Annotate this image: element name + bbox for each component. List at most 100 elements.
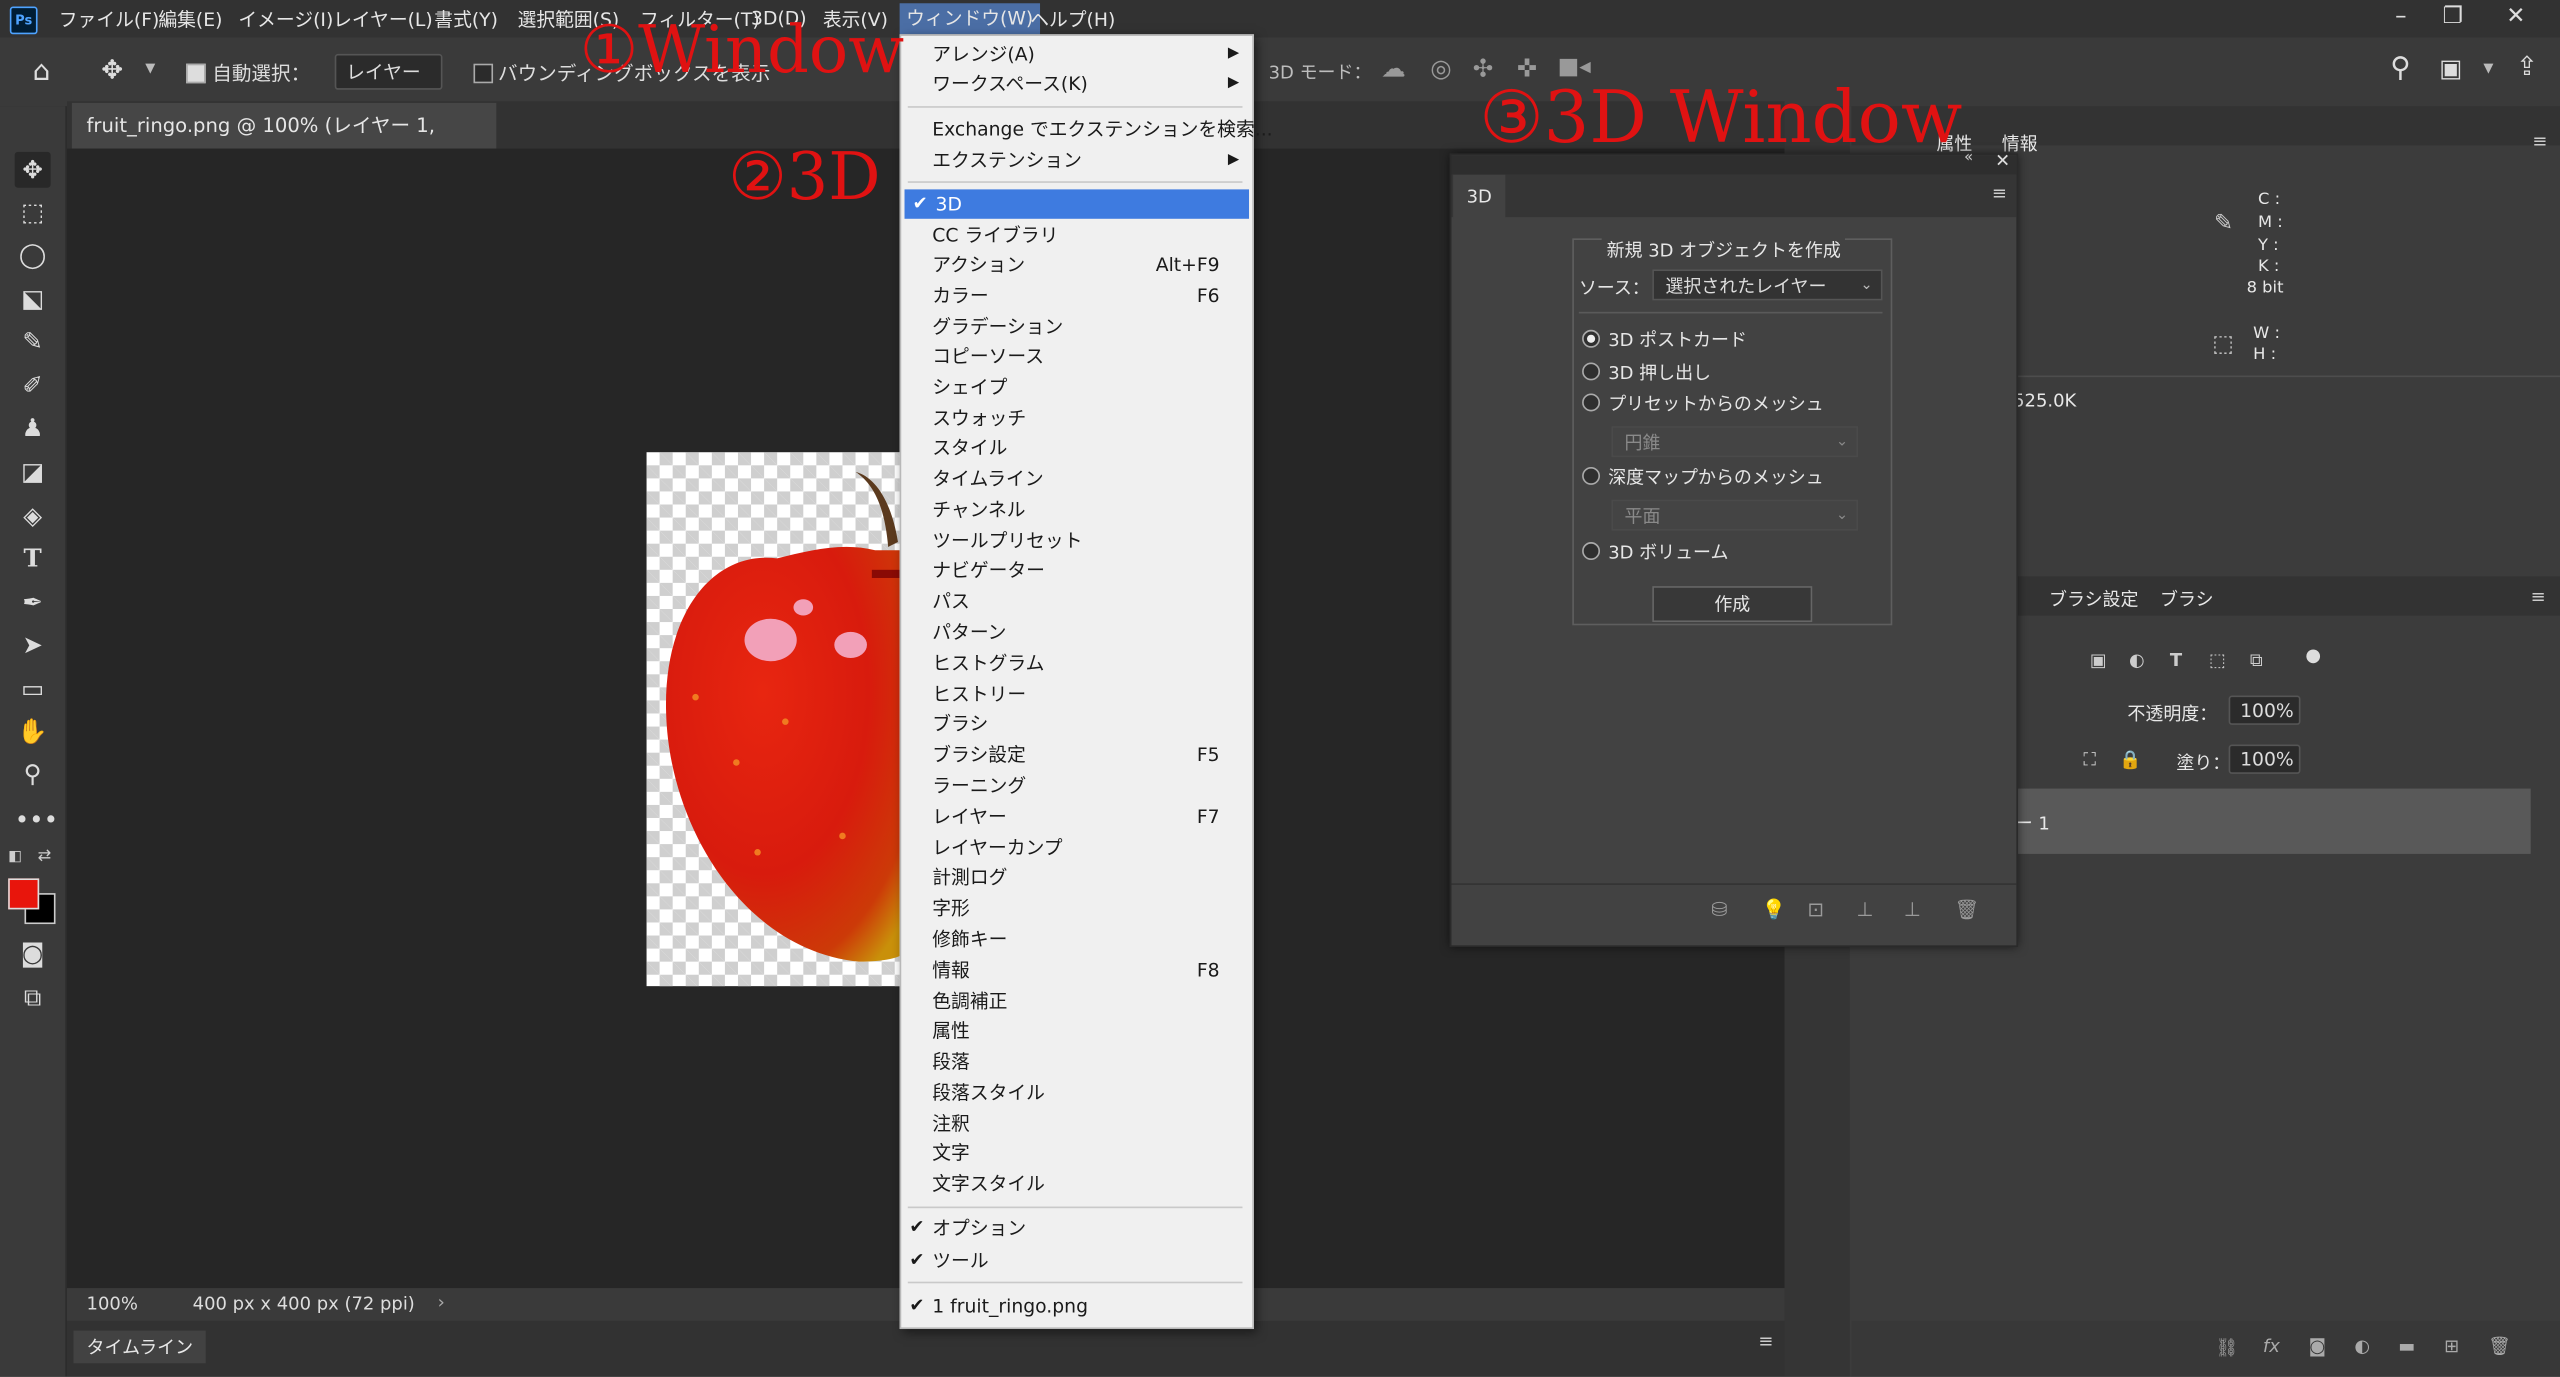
menu-item-patterns[interactable]: パターン	[901, 617, 1249, 646]
menu-item-options[interactable]: ✔ オプション	[901, 1213, 1249, 1242]
default-colors-icon[interactable]: ◧	[8, 849, 22, 865]
filter-image-icon[interactable]: ▣	[2090, 650, 2107, 671]
radio-mesh-depth-map[interactable]	[1582, 466, 1601, 485]
auto-select-checkbox[interactable]	[186, 63, 206, 84]
render-icon[interactable]: ⊡	[1807, 898, 1823, 921]
chevron-down-icon[interactable]: ▼	[145, 60, 155, 75]
tab-3d[interactable]: 3D	[1453, 174, 1506, 219]
menu-item-paragraph[interactable]: 段落	[901, 1047, 1249, 1076]
menu-item-shapes[interactable]: シェイプ	[901, 372, 1249, 401]
menu-item-open-document[interactable]: ✔ 1 fruit_ringo.png	[901, 1291, 1249, 1320]
path-select-tool-icon[interactable]: ➤	[15, 627, 51, 663]
menu-layer[interactable]: レイヤー(L)	[333, 7, 433, 33]
bounding-box-checkbox[interactable]	[473, 63, 494, 84]
menu-type[interactable]: 書式(Y)	[434, 7, 498, 33]
menu-edit[interactable]: 編集(E)	[158, 7, 222, 33]
radio-3d-extrusion[interactable]	[1582, 362, 1601, 381]
new-light-icon[interactable]: ⊥	[1904, 898, 1921, 921]
menu-item-channels[interactable]: チャンネル	[901, 495, 1249, 524]
menu-item-layers[interactable]: レイヤー F7	[901, 802, 1249, 831]
trash-icon[interactable]: 🗑	[2488, 1336, 2511, 1357]
menu-item-clone-source[interactable]: コピーソース	[901, 341, 1249, 370]
quick-mask-icon[interactable]: ◙	[15, 936, 51, 972]
source-dropdown[interactable]: 選択されたレイヤー ⌄	[1652, 269, 1883, 301]
menu-item-measurement-log[interactable]: 計測ログ	[901, 862, 1249, 891]
lock-position-icon[interactable]: ⛶	[2083, 749, 2096, 772]
home-icon[interactable]: ⌂	[33, 56, 51, 89]
restore-icon[interactable]: ❐	[2443, 3, 2464, 29]
menu-item-swatches[interactable]: スウォッチ	[901, 403, 1249, 432]
filter-smart-object-icon[interactable]: ⧉	[2250, 650, 2263, 673]
minimize-icon[interactable]: –	[2395, 3, 2406, 29]
filter-scene-icon[interactable]: ⛁	[1711, 898, 1727, 921]
brush-tool-icon[interactable]: ✐	[15, 367, 51, 403]
hand-tool-icon[interactable]: ✋	[15, 713, 51, 749]
add-mask-icon[interactable]: ◙	[2309, 1336, 2326, 1357]
menu-item-navigator[interactable]: ナビゲーター	[901, 555, 1249, 584]
menu-item-paragraph-styles[interactable]: 段落スタイル	[901, 1078, 1249, 1107]
search-icon[interactable]: ⚲	[2390, 52, 2410, 85]
radio-3d-postcard[interactable]	[1582, 329, 1601, 348]
menu-item-properties[interactable]: 属性	[901, 1016, 1249, 1045]
menu-item-modifier-keys[interactable]: 修飾キー	[901, 924, 1249, 953]
swap-colors-icon[interactable]: ⇄	[38, 847, 52, 865]
menu-image[interactable]: イメージ(I)	[238, 7, 333, 33]
menu-item-paths[interactable]: パス	[901, 586, 1249, 615]
menu-item-workspace[interactable]: ワークスペース(K) ▶	[901, 69, 1249, 98]
menu-item-actions[interactable]: アクション Alt+F9	[901, 250, 1249, 279]
workspace-icon[interactable]: ▣	[2439, 54, 2462, 83]
document-canvas[interactable]	[646, 452, 902, 987]
menu-item-brush-settings[interactable]: ブラシ設定 F5	[901, 740, 1249, 769]
menu-item-color[interactable]: カラー F6	[901, 281, 1249, 310]
collapse-icon[interactable]: «	[1964, 150, 1973, 166]
adjustment-layer-icon[interactable]: ◐	[2354, 1336, 2370, 1357]
ground-drop-icon[interactable]: ⊥	[1856, 898, 1873, 921]
menu-item-brushes[interactable]: ブラシ	[901, 709, 1249, 738]
fill-input[interactable]: 100%	[2228, 744, 2301, 774]
chevron-right-icon[interactable]: ›	[438, 1291, 445, 1312]
menu-item-glyphs[interactable]: 字形	[901, 893, 1249, 922]
new-group-icon[interactable]: ▬	[2398, 1336, 2415, 1357]
menu-item-character-styles[interactable]: 文字スタイル	[901, 1169, 1249, 1198]
rectangle-tool-icon[interactable]: ▭	[15, 671, 51, 707]
marquee-tool-icon[interactable]: ⬚	[15, 194, 51, 230]
radio-3d-volume[interactable]	[1582, 542, 1601, 561]
foreground-color-swatch[interactable]	[8, 878, 40, 910]
panel-menu-icon[interactable]: ≡	[1758, 1331, 1773, 1352]
pen-tool-icon[interactable]: ✒	[15, 585, 51, 621]
menu-item-gradients[interactable]: グラデーション	[901, 312, 1249, 341]
menu-item-exchange[interactable]: Exchange でエクステンションを検索...	[901, 114, 1272, 143]
chevron-down-icon[interactable]: ▼	[2483, 60, 2493, 75]
menu-item-styles[interactable]: スタイル	[901, 433, 1249, 462]
filter-adjustment-icon[interactable]: ◐	[2129, 650, 2145, 671]
depth-map-dropdown[interactable]: 平面 ⌄	[1611, 499, 1859, 531]
menu-item-character[interactable]: 文字	[901, 1138, 1249, 1167]
menu-item-cc-libraries[interactable]: CC ライブラリ	[901, 220, 1249, 249]
screen-mode-icon[interactable]: ⧉	[15, 980, 51, 1016]
menu-item-learning[interactable]: ラーニング	[901, 771, 1249, 800]
menu-item-3d[interactable]: ✔ 3D	[904, 189, 1250, 219]
light-bulb-icon[interactable]: 💡	[1762, 898, 1786, 921]
menu-item-histogram[interactable]: ヒストグラム	[901, 648, 1249, 677]
zoom-level[interactable]: 100%	[87, 1293, 138, 1314]
roll-3d-icon[interactable]: ◎	[1430, 54, 1451, 83]
menu-window[interactable]: ウィンドウ(W)	[899, 3, 1040, 35]
preset-dropdown[interactable]: 円錐 ⌄	[1611, 426, 1859, 458]
document-tab[interactable]: fruit_ringo.png @ 100% (レイヤー 1, RGB/8) ×	[71, 102, 497, 183]
filter-shape-icon[interactable]: ⬚	[2209, 650, 2226, 671]
move-tool-icon[interactable]: ✥	[14, 151, 51, 188]
menu-item-timeline[interactable]: タイムライン	[901, 464, 1249, 493]
stamp-tool-icon[interactable]: ♟	[15, 410, 51, 446]
tab-brush-settings[interactable]: ブラシ設定	[2049, 586, 2138, 612]
link-layers-icon[interactable]: ⛓	[2216, 1337, 2239, 1358]
menu-item-tools[interactable]: ✔ ツール	[901, 1246, 1249, 1275]
new-layer-icon[interactable]: ⊞	[2444, 1336, 2459, 1357]
fx-icon[interactable]: fx	[2263, 1336, 2280, 1357]
menu-help[interactable]: ヘルプ(H)	[1030, 7, 1115, 33]
auto-select-target-dropdown[interactable]: レイヤー	[334, 53, 443, 90]
lock-all-icon[interactable]: 🔒	[2119, 749, 2141, 770]
menu-item-extensions[interactable]: エクステンション ▶	[901, 145, 1249, 174]
opacity-input[interactable]: 100%	[2228, 695, 2301, 725]
filter-type-icon[interactable]: T	[2170, 650, 2182, 671]
radio-mesh-preset[interactable]	[1582, 393, 1601, 412]
